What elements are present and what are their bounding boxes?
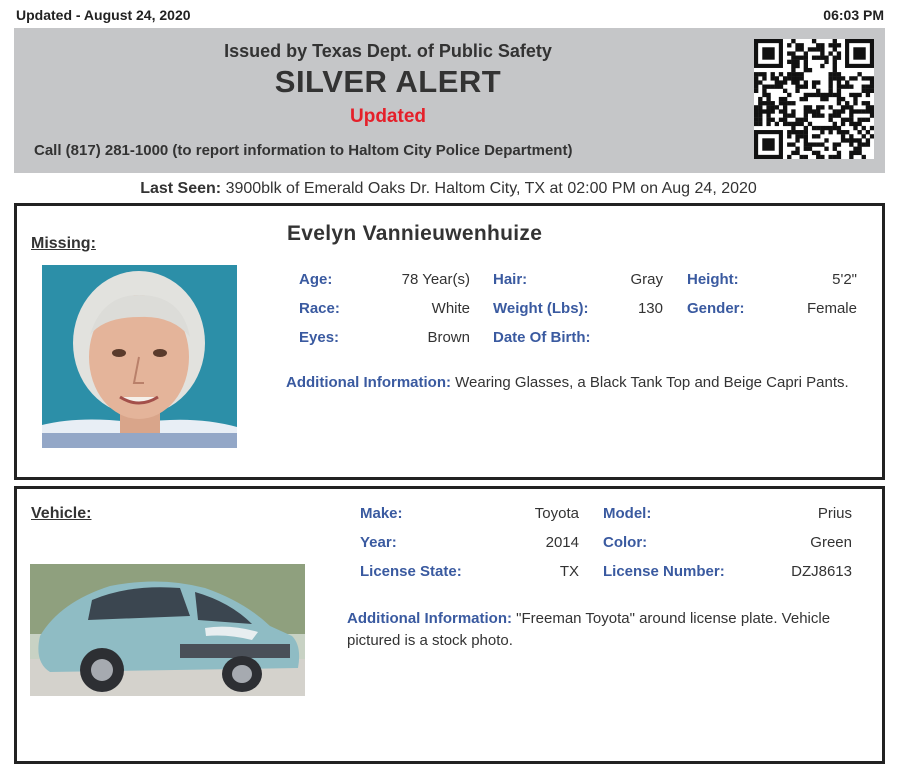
- missing-section-label: Missing:: [31, 235, 96, 252]
- last-seen: Last Seen: 3900blk of Emerald Oaks Dr. H…: [0, 180, 897, 198]
- gender-label: Gender:: [687, 300, 745, 317]
- eyes-value: Brown: [427, 329, 470, 346]
- race-label: Race:: [299, 300, 340, 317]
- missing-additional-text: Wearing Glasses, a Black Tank Top and Be…: [450, 374, 849, 391]
- license-state-value: TX: [559, 563, 579, 580]
- alert-status: Updated: [350, 106, 426, 127]
- alert-title: SILVER ALERT: [274, 64, 502, 99]
- age-value: 78 Year(s): [401, 271, 470, 288]
- race-value: White: [431, 300, 470, 317]
- updated-time: 06:03 PM: [823, 7, 884, 23]
- gender-value: Female: [806, 300, 857, 317]
- missing-additional-info: Additional Information: Wearing Glasses,…: [286, 372, 856, 394]
- license-number-label: License Number:: [603, 563, 725, 580]
- year-label: Year:: [360, 534, 397, 551]
- missing-person-name: Evelyn Vannieuwenhuize: [287, 222, 543, 245]
- updated-date: Updated - August 24, 2020: [16, 7, 191, 23]
- missing-additional-label: Additional Information:: [286, 374, 451, 391]
- model-label: Model:: [603, 505, 652, 522]
- model-value: Prius: [817, 505, 852, 522]
- color-value: Green: [810, 534, 852, 551]
- hair-value: Gray: [630, 271, 663, 288]
- vehicle-additional-label: Additional Information:: [347, 610, 512, 627]
- vehicle-section-label: Vehicle:: [31, 505, 92, 522]
- year-value: 2014: [545, 534, 579, 551]
- height-label: Height:: [687, 271, 739, 288]
- color-label: Color:: [603, 534, 648, 551]
- eyes-label: Eyes:: [299, 329, 340, 346]
- issuer-text: Issued by Texas Dept. of Public Safety: [224, 41, 552, 61]
- weight-value: 130: [637, 300, 663, 317]
- call-info: Call (817) 281-1000 (to report informati…: [34, 142, 573, 159]
- vehicle-photo: [30, 564, 305, 696]
- license-number-value: DZJ8613: [791, 563, 852, 580]
- license-state-label: License State:: [360, 563, 462, 580]
- vehicle-card: Vehicle: Make: Toyota Model: Prius Year:…: [14, 486, 885, 764]
- dob-label: Date Of Birth:: [493, 329, 591, 346]
- last-seen-text: 3900blk of Emerald Oaks Dr. Haltom City,…: [225, 180, 757, 197]
- alert-banner: Issued by Texas Dept. of Public Safety S…: [14, 28, 885, 173]
- age-label: Age:: [299, 271, 333, 288]
- make-value: Toyota: [534, 505, 579, 522]
- last-seen-label: Last Seen:: [140, 180, 222, 197]
- missing-person-card: Missing: Evelyn Vannieuwenhuize Age: 78 …: [14, 203, 885, 480]
- missing-person-photo: [42, 265, 237, 448]
- height-value: 5'2": [832, 271, 857, 288]
- weight-label: Weight (Lbs):: [493, 300, 589, 317]
- vehicle-additional-info: Additional Information: "Freeman Toyota"…: [347, 608, 872, 652]
- make-label: Make:: [360, 505, 403, 522]
- qr-code-icon[interactable]: [754, 39, 875, 160]
- hair-label: Hair:: [493, 271, 528, 288]
